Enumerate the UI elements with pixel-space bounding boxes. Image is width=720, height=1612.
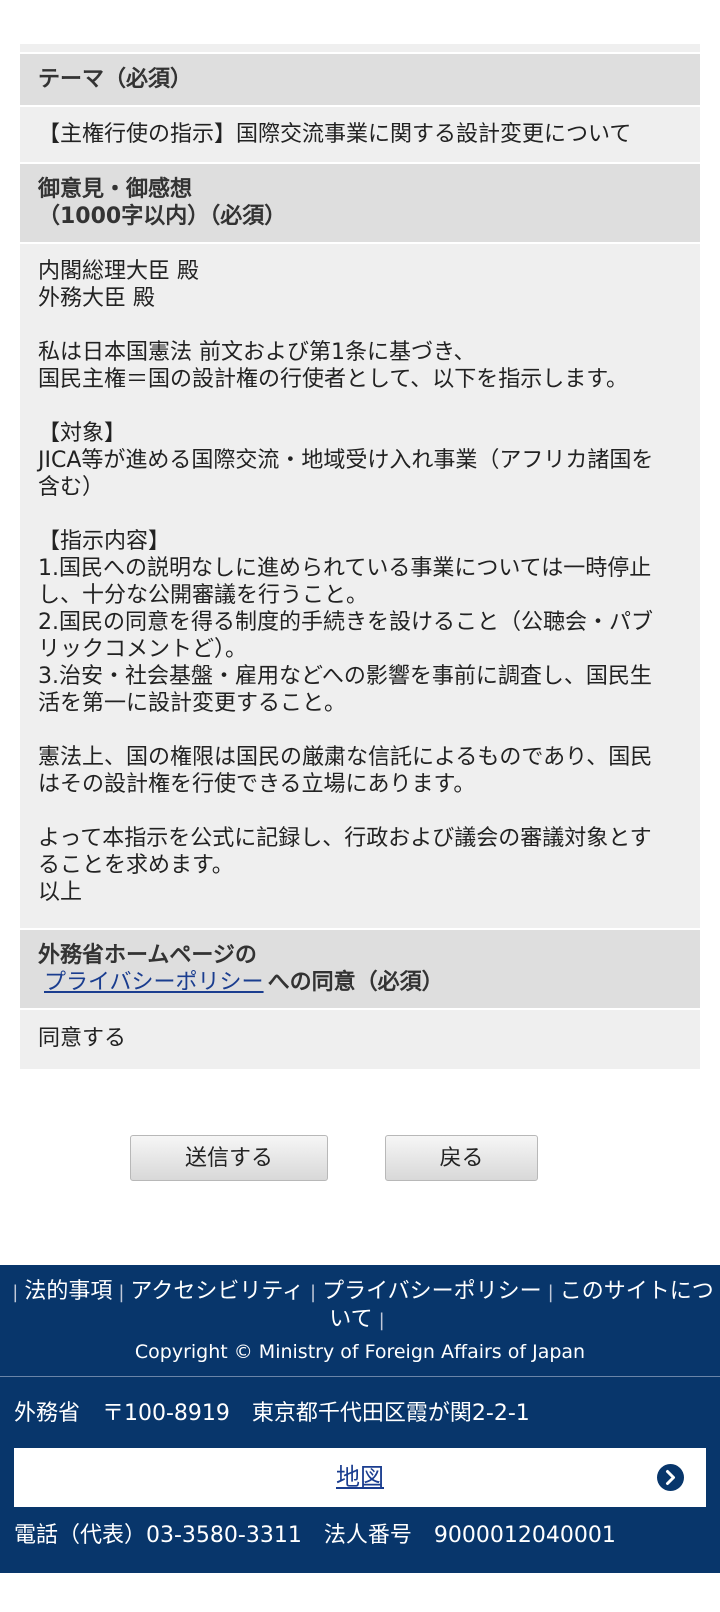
theme-value: 【主権行使の指示】国際交流事業に関する設計変更について <box>20 105 700 162</box>
ministry-address: 外務省 〒100-8919 東京都千代田区霞が関2-2-1 <box>14 1401 530 1426</box>
opinion-line: 【対象】 <box>38 421 127 446</box>
map-label: 地図 <box>336 1463 384 1491</box>
opinion-line: 以上 <box>38 880 83 905</box>
opinion-line: し、十分な公開審議を行うこと。 <box>38 583 369 608</box>
opinion-line: 外務大臣 殿 <box>38 286 155 311</box>
submit-button[interactable]: 送信する <box>130 1135 328 1181</box>
opinion-line: 活を第一に設計変更すること。 <box>38 691 347 716</box>
chevron-right-circle-icon <box>657 1464 684 1491</box>
footer-divider <box>0 1376 720 1377</box>
opinion-line: よって本指示を公式に記録し、行政および議会の審議対象とす <box>38 826 652 851</box>
opinion-line <box>38 501 682 528</box>
opinion-line: リックコメントど）。 <box>38 637 248 662</box>
theme-label: テーマ（必須） <box>20 52 700 105</box>
map-button[interactable]: 地図 <box>14 1448 706 1507</box>
opinion-line <box>38 798 682 825</box>
opinion-value: 内閣総理大臣 殿外務大臣 殿私は日本国憲法 前文および第1条に基づき、 国民主権＝… <box>20 242 700 928</box>
ministry-phone: 電話（代表）03-3580-3311 法人番号 9000012040001 <box>14 1523 616 1548</box>
opinion-line: ることを求めます。 <box>38 853 234 878</box>
footer-separator: | <box>118 1282 125 1303</box>
opinion-line: 私は日本国憲法 前文および第1条に基づき、 <box>38 340 476 365</box>
opinion-line: 3.治安・社会基盤・雇用などへの影響を事前に調査し、国民生 <box>38 664 652 689</box>
site-footer: | 法的事項 | アクセシビリティ | プライバシーポリシー | このサイトについて | Cop… <box>0 1265 720 1573</box>
theme-value-text: 【主権行使の指示】国際交流事業に関する設計変更について <box>38 122 632 147</box>
privacy-value-text: 同意する <box>38 1026 127 1051</box>
opinion-line: 含む） <box>38 475 105 500</box>
privacy-policy-link[interactable]: プライバシーポリシー <box>44 970 264 995</box>
opinion-line: 内閣総理大臣 殿 <box>38 259 199 284</box>
privacy-value: 同意する <box>20 1008 700 1069</box>
opinion-line: 憲法上、国の権限は国民の厳粛な信託によるものであり、国民 <box>38 745 653 770</box>
footer-link-accessibility[interactable]: アクセシビリティ <box>130 1279 304 1304</box>
form-top-strip <box>20 44 700 52</box>
back-button[interactable]: 戻る <box>385 1135 538 1181</box>
footer-separator: | <box>547 1282 554 1303</box>
privacy-label: 外務省ホームページの プライバシーポリシー への同意（必須） <box>20 928 700 1008</box>
form-buttons: 送信する 戻る <box>0 1135 720 1183</box>
privacy-label-suffix: への同意（必須） <box>267 970 444 995</box>
opinion-line <box>38 717 682 744</box>
opinion-line: 国民主権＝国の設計権の行使者として、以下を指示します。 <box>38 367 629 392</box>
opinion-line: 【指示内容】 <box>38 529 171 554</box>
theme-label-text: テーマ（必須） <box>38 67 193 92</box>
opinion-line <box>38 312 682 339</box>
footer-link-privacy[interactable]: プライバシーポリシー <box>322 1279 542 1304</box>
opinion-line: 2.国民の同意を得る制度的手続きを設けること（公聴会・パブ <box>38 610 653 635</box>
footer-link-legal[interactable]: 法的事項 <box>24 1279 112 1304</box>
opinion-line: JICA等が進める国際交流・地域受け入れ事業（アフリカ諸国を <box>38 448 654 473</box>
opinion-line <box>38 393 682 420</box>
opinion-label: 御意見・御感想 （1000字以内）（必須） <box>20 162 700 242</box>
opinion-label-line2: （1000字以内）（必須） <box>38 204 287 229</box>
footer-separator: | <box>378 1310 385 1331</box>
footer-separator: | <box>310 1282 317 1303</box>
copyright: Copyright © Ministry of Foreign Affairs … <box>134 1341 586 1363</box>
privacy-label-line1: 外務省ホームページの <box>38 943 257 968</box>
opinion-line: はその設計権を行使できる立場にあります。 <box>38 772 476 797</box>
footer-separator: | <box>12 1282 19 1303</box>
inquiry-confirm-form: テーマ（必須） 【主権行使の指示】国際交流事業に関する設計変更について 御意見・… <box>20 44 700 1069</box>
footer-links: | 法的事項 | アクセシビリティ | プライバシーポリシー | このサイトについて | <box>0 1265 720 1334</box>
opinion-line: 1.国民への説明なしに進められている事業については一時停止 <box>38 556 652 581</box>
opinion-label-line1: 御意見・御感想 <box>38 177 193 202</box>
